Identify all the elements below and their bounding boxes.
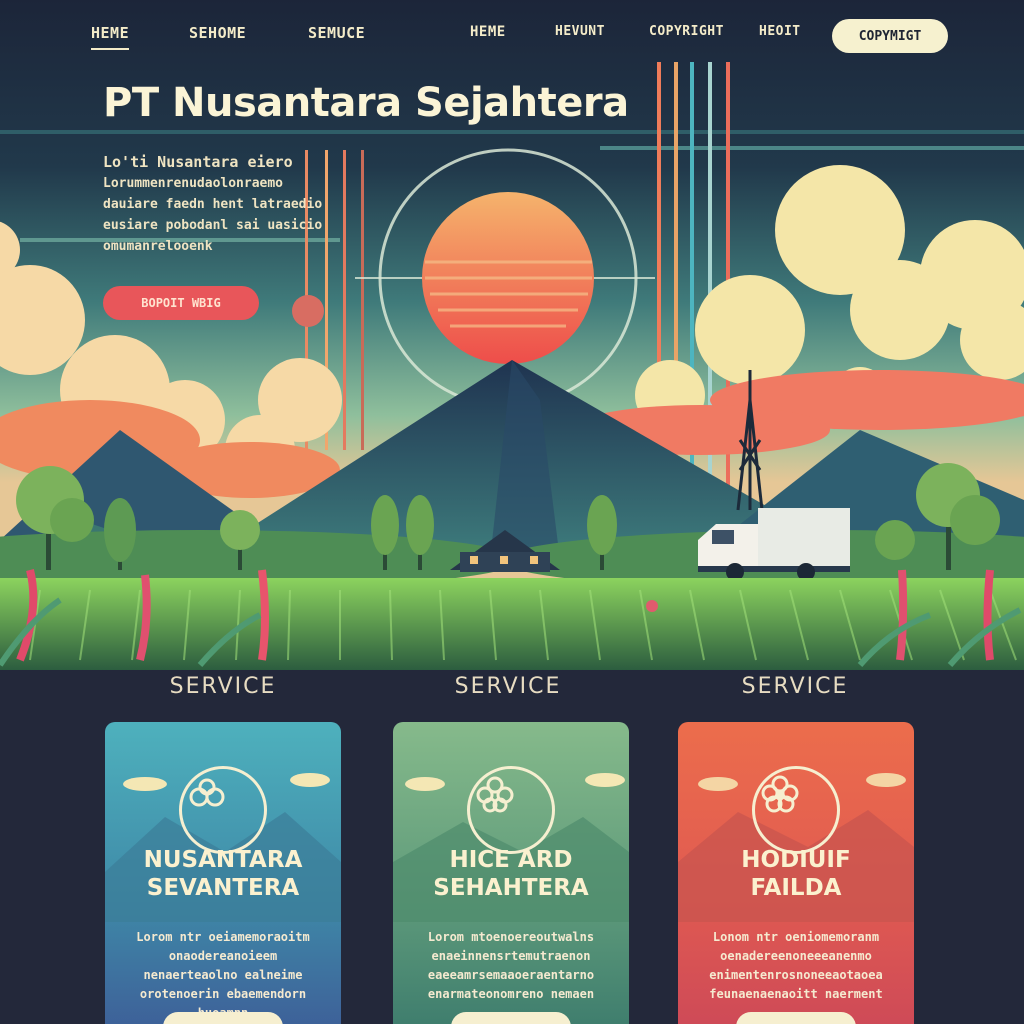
card-text: Lorom ntr oeiamemoraoitm onaodereanoieem…	[136, 930, 310, 1020]
service-heading: SERVICE	[741, 674, 849, 699]
card-title: NUSANTARA SEVANTERA	[143, 847, 303, 901]
service-heading: SERVICE	[169, 674, 277, 699]
card-button[interactable]	[736, 1012, 856, 1024]
service-card-1[interactable]: NUSANTARA SEVANTERA Lorom ntr oeiamemora…	[105, 722, 341, 1024]
intro-line: Lorummenrenudaolonraemo	[103, 176, 284, 191]
intro-line: omumanrelooenk	[103, 239, 213, 254]
intro-lead: Lo'ti Nusantara eiero	[103, 153, 293, 171]
card-button[interactable]	[163, 1012, 283, 1024]
nav-item-copyright[interactable]: COPYRIGHT	[649, 24, 724, 39]
service-heading: SERVICE	[454, 674, 562, 699]
nav-cta-button[interactable]: COPYMIGT	[832, 19, 948, 53]
intro-line: eusiare pobodanl sai uasicio	[103, 218, 323, 233]
top-navigation: HEME SEHOME SEMUCE HEME HEVUNT COPYRIGHT…	[0, 0, 1024, 70]
nav-item-sehome[interactable]: SEHOME	[189, 24, 246, 42]
card-button[interactable]	[451, 1012, 571, 1024]
intro-line: dauiare faedn hent latraedio	[103, 197, 323, 212]
nav-item-heoit[interactable]: HEOIT	[759, 24, 801, 39]
company-title: PT Nusantara Sejahtera	[103, 80, 629, 126]
card-text: Lonom ntr oeniomemoranm oenadereenoneeea…	[709, 930, 883, 1001]
flower-icon	[752, 766, 840, 854]
hero-cta-button[interactable]: BOPOIT WBIG	[103, 286, 259, 320]
nav-item-home-2[interactable]: HEME	[470, 24, 506, 40]
nav-item-hevunt[interactable]: HEVUNT	[555, 24, 605, 39]
service-card-3[interactable]: HODIUIF FAILDA Lonom ntr oeniomemoranm o…	[678, 722, 914, 1024]
nav-item-service[interactable]: SEMUCE	[308, 24, 365, 42]
nav-item-home[interactable]: HEME	[91, 24, 130, 50]
flower-icon	[179, 766, 267, 854]
card-text: Lorom mtoenoereoutwalns enaeinnensrtemut…	[427, 930, 595, 1001]
flower-icon	[467, 766, 555, 854]
card-title: HODIUIF FAILDA	[741, 847, 851, 901]
hero-intro: Lo'ti Nusantara eiero Lorummenrenudaolon…	[103, 152, 365, 257]
card-title: HICE ARD SEHAHTERA	[433, 847, 589, 901]
service-card-2[interactable]: HICE ARD SEHAHTERA Lorom mtoenoereoutwal…	[393, 722, 629, 1024]
